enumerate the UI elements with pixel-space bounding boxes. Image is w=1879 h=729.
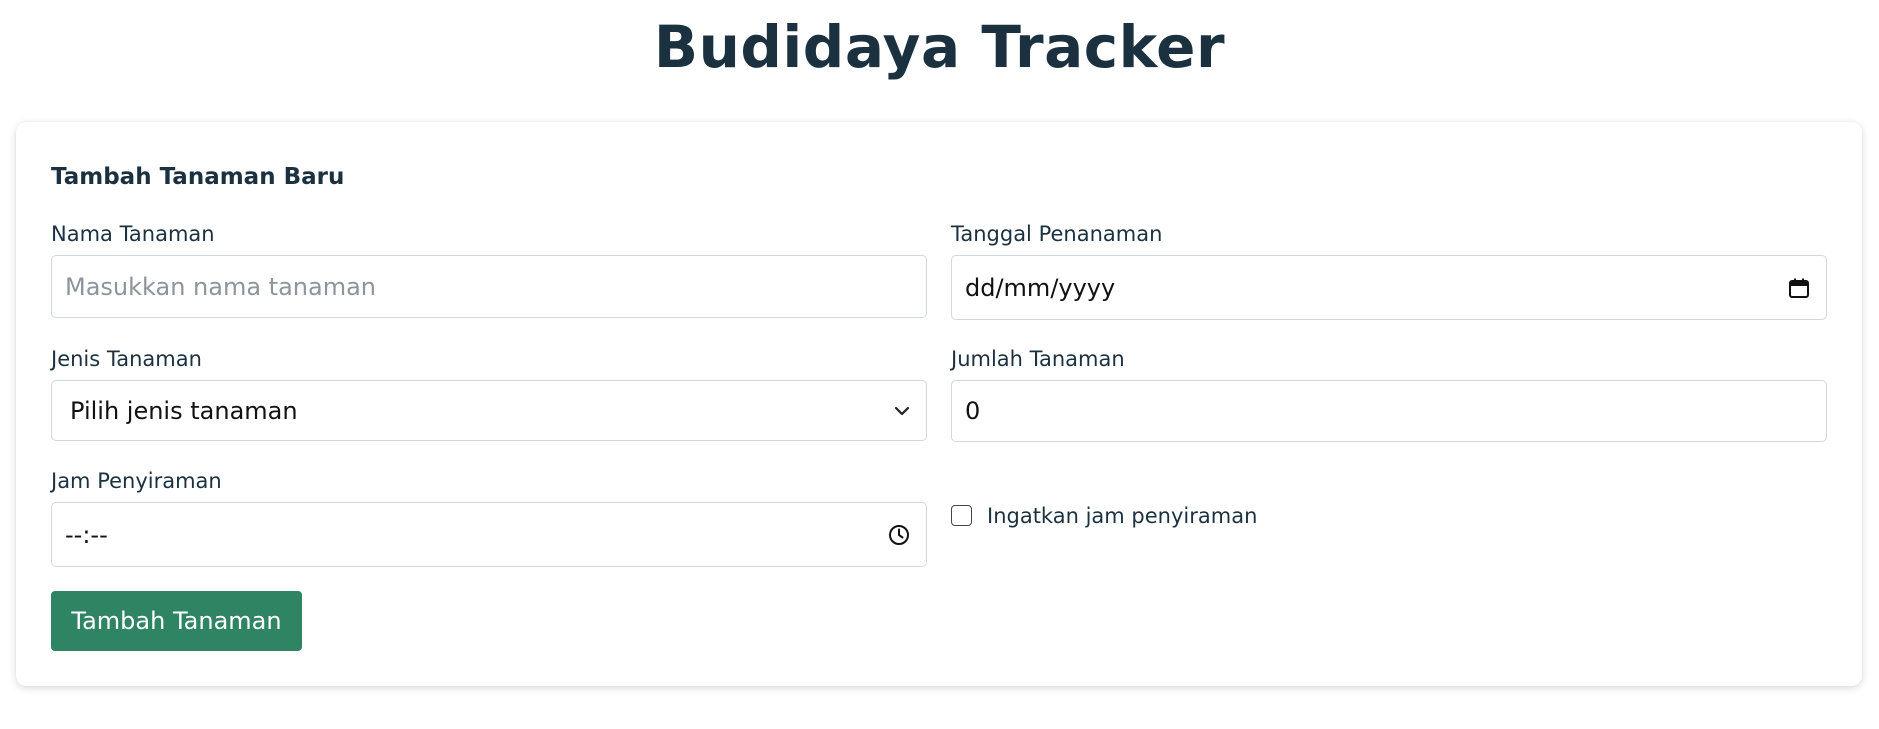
nama-tanaman-placeholder: Masukkan nama tanaman [65, 272, 377, 301]
tanggal-penanaman-input[interactable]: dd/mm/yyyy [951, 255, 1827, 320]
nama-tanaman-input[interactable]: Masukkan nama tanaman [51, 255, 927, 318]
reminder-checkbox[interactable] [951, 505, 972, 526]
jenis-tanaman-selected: Pilih jenis tanaman [70, 396, 298, 425]
tambah-tanaman-button[interactable]: Tambah Tanaman [51, 591, 302, 651]
jam-penyiraman-value: --:-- [65, 520, 108, 549]
app-title: Budidaya Tracker [653, 13, 1226, 81]
jenis-tanaman-select[interactable]: Pilih jenis tanaman [51, 380, 927, 441]
jumlah-tanaman-input[interactable]: 0 [951, 380, 1827, 442]
tanggal-penanaman-label: Tanggal Penanaman [951, 222, 1163, 246]
jam-penyiraman-label: Jam Penyiraman [51, 469, 222, 493]
jam-penyiraman-input[interactable]: --:-- [51, 502, 927, 567]
chevron-down-icon [894, 405, 910, 417]
jenis-tanaman-label: Jenis Tanaman [51, 347, 202, 371]
jumlah-tanaman-value: 0 [965, 397, 981, 425]
jumlah-tanaman-label: Jumlah Tanaman [951, 347, 1125, 371]
tanggal-penanaman-value: dd/mm/yyyy [965, 273, 1116, 302]
page: Budidaya Tracker Tambah Tanaman Baru Nam… [0, 0, 1879, 729]
calendar-icon[interactable] [1788, 277, 1810, 299]
nama-tanaman-label: Nama Tanaman [51, 222, 215, 246]
reminder-label[interactable]: Ingatkan jam penyiraman [987, 502, 1257, 530]
form-title: Tambah Tanaman Baru [51, 164, 345, 190]
clock-icon[interactable] [888, 524, 910, 546]
